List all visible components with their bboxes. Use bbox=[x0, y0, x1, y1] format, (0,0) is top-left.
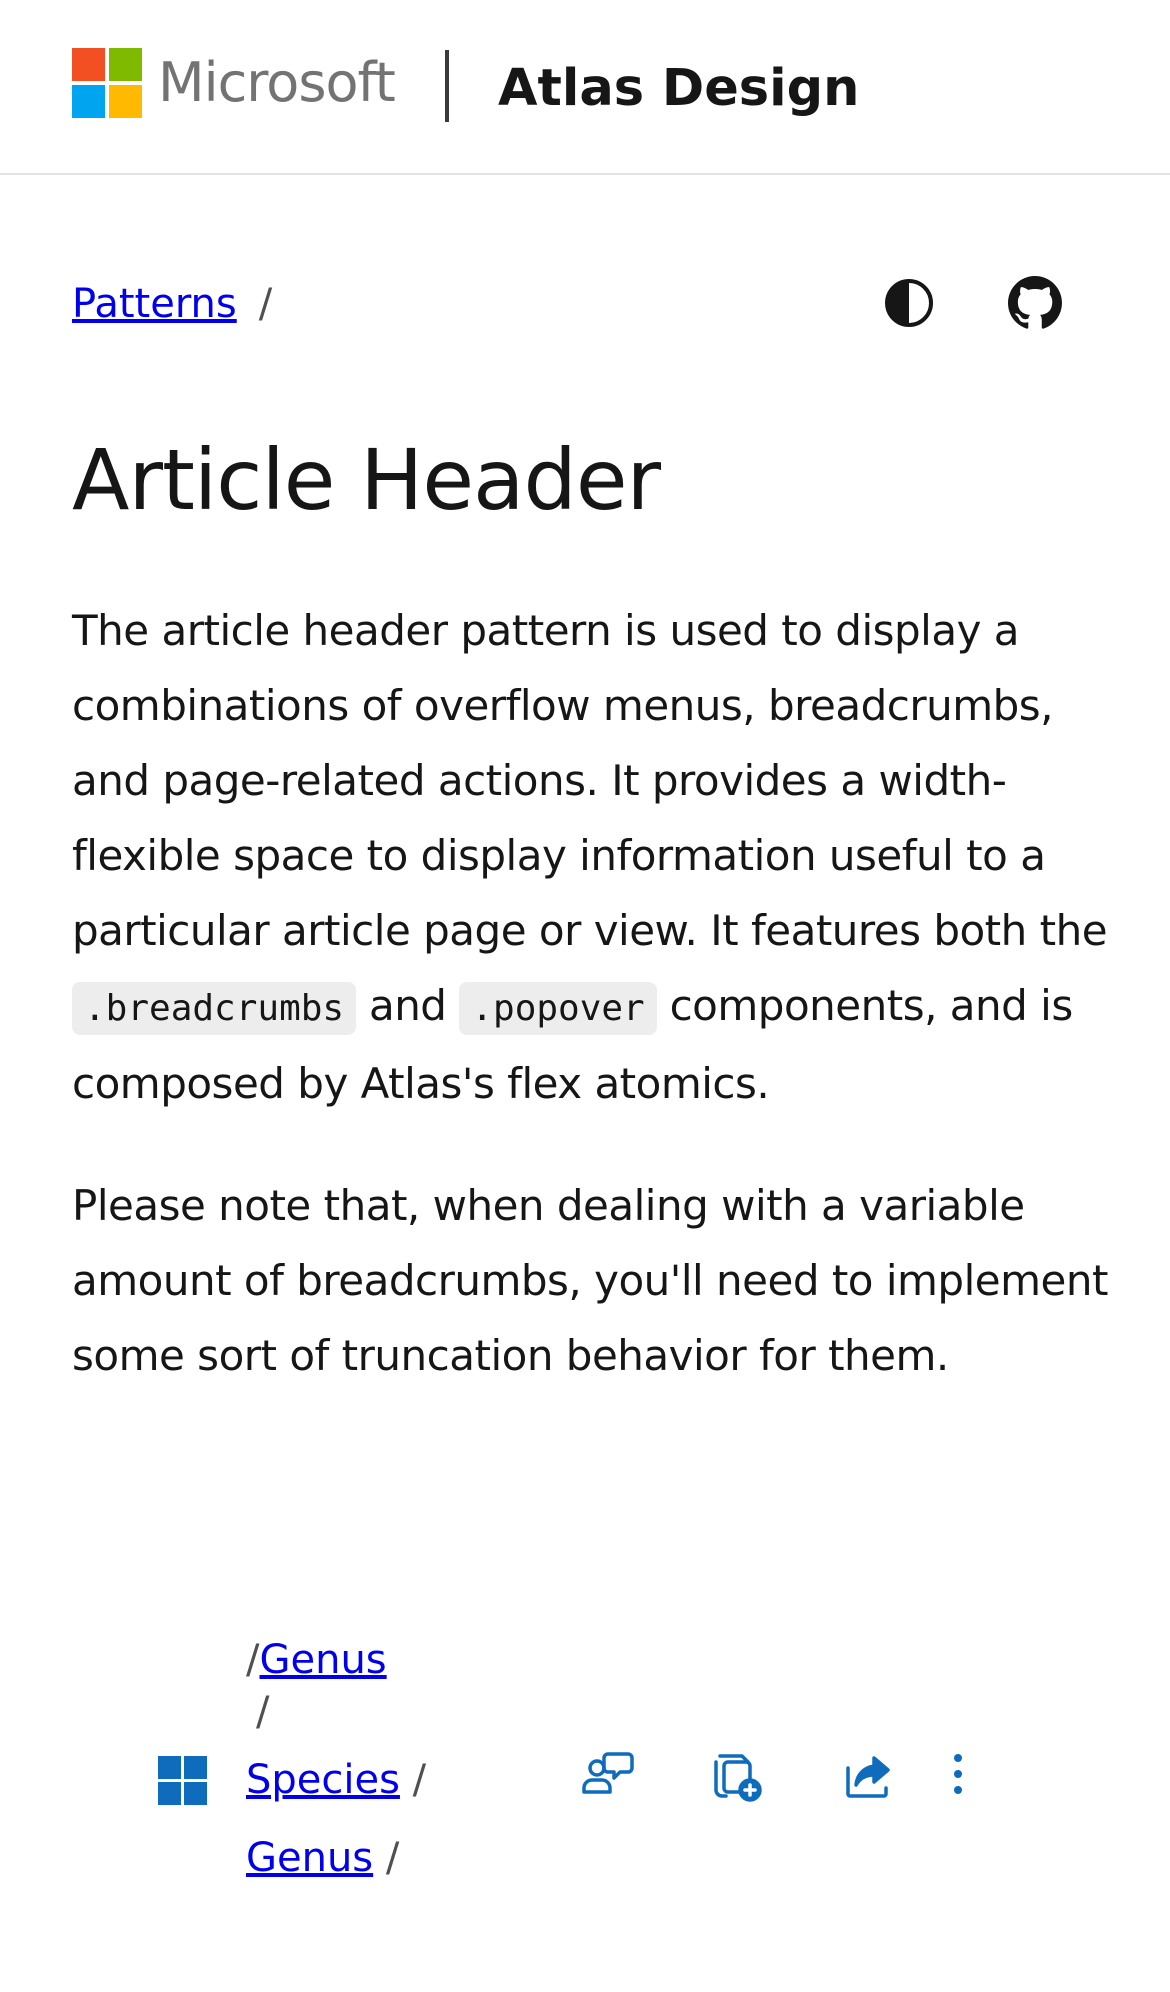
site-title[interactable]: Atlas Design bbox=[498, 56, 859, 122]
demo-breadcrumb-separator: / bbox=[256, 1689, 270, 1735]
feedback-icon bbox=[582, 1752, 634, 1794]
contrast-icon bbox=[885, 279, 933, 327]
more-options-icon bbox=[954, 1754, 962, 1794]
windows-logo-icon[interactable] bbox=[158, 1756, 208, 1806]
theme-toggle-button[interactable] bbox=[882, 276, 936, 330]
demo-breadcrumb-separator: / bbox=[246, 1637, 260, 1683]
code-popover: .popover bbox=[459, 982, 657, 1035]
demo-breadcrumbs: /Genus / Species / Genus / bbox=[246, 1630, 426, 1888]
page-title: Article Header bbox=[72, 431, 661, 529]
add-to-collection-icon bbox=[714, 1754, 762, 1802]
share-button[interactable] bbox=[840, 1748, 896, 1804]
header-divider bbox=[445, 50, 449, 122]
demo-breadcrumb-separator: / bbox=[385, 1835, 400, 1881]
note-paragraph: Please note that, when dealing with a va… bbox=[72, 1181, 1108, 1380]
demo-breadcrumb-genus[interactable]: Genus bbox=[259, 1637, 386, 1683]
share-icon bbox=[846, 1756, 890, 1798]
add-to-collection-button[interactable] bbox=[710, 1748, 766, 1804]
microsoft-logo-icon[interactable] bbox=[72, 48, 142, 118]
intro-paragraph: The article header pattern is used to di… bbox=[72, 593, 1122, 1121]
intro-text-a: The article header pattern is used to di… bbox=[72, 606, 1108, 955]
demo-breadcrumb-genus-2[interactable]: Genus bbox=[246, 1835, 373, 1881]
more-options-button[interactable] bbox=[938, 1748, 978, 1804]
feedback-button[interactable] bbox=[580, 1748, 636, 1804]
breadcrumb-separator: / bbox=[258, 281, 273, 327]
site-header: Microsoft Atlas Design bbox=[0, 0, 1170, 175]
github-icon bbox=[1008, 276, 1062, 329]
article-header-demo: /Genus / Species / Genus / bbox=[150, 1630, 1000, 1930]
breadcrumb-link-patterns[interactable]: Patterns bbox=[72, 281, 237, 327]
github-link[interactable] bbox=[1008, 276, 1062, 330]
demo-breadcrumb-species[interactable]: Species bbox=[246, 1757, 400, 1803]
code-breadcrumbs: .breadcrumbs bbox=[72, 982, 357, 1035]
intro-text-and: and bbox=[368, 981, 447, 1030]
demo-breadcrumb-separator: / bbox=[412, 1757, 427, 1803]
brand-name[interactable]: Microsoft bbox=[158, 48, 396, 118]
breadcrumb: Patterns / bbox=[72, 274, 272, 334]
